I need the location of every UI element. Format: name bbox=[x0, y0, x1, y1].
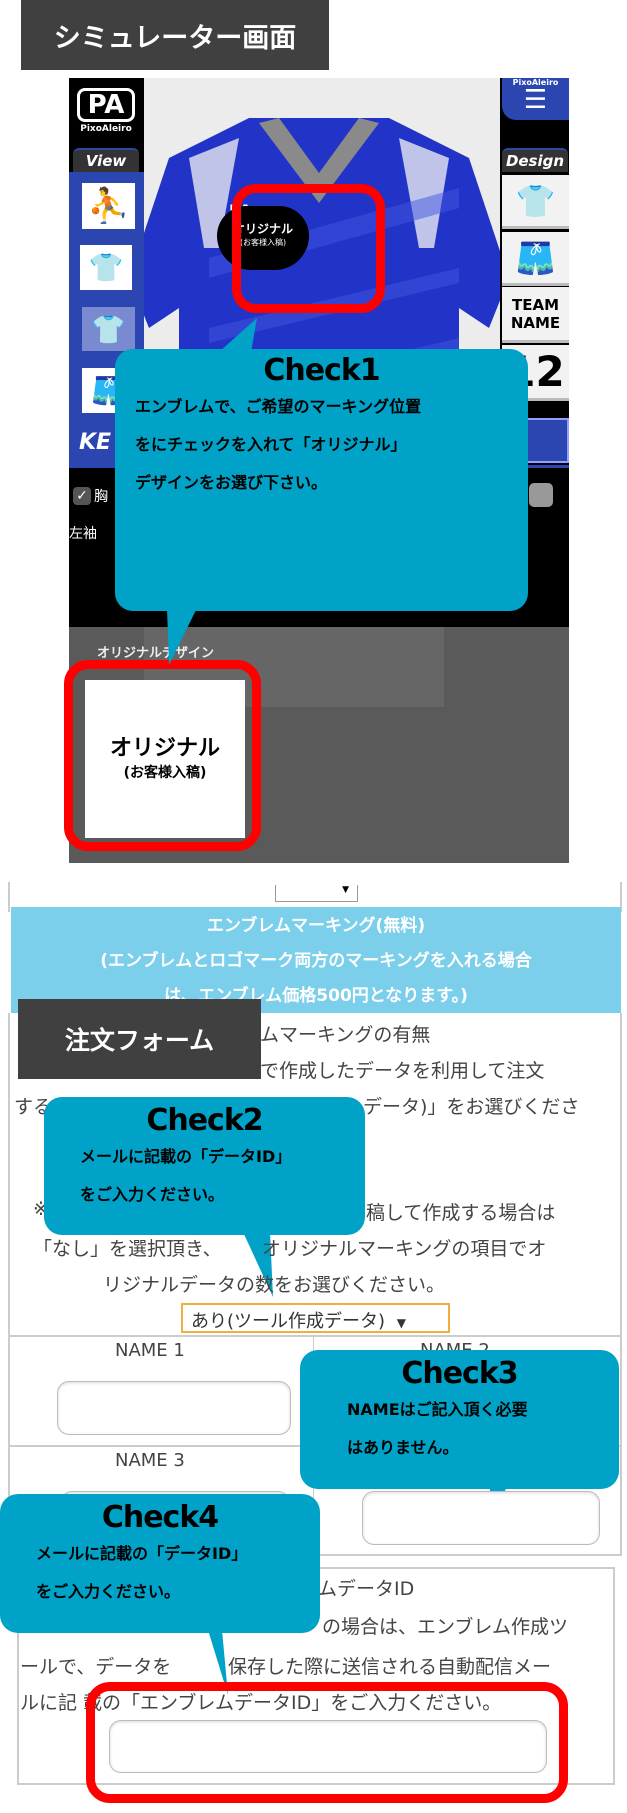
shirt-icon: 👕 bbox=[515, 181, 556, 220]
name1-input[interactable] bbox=[57, 1381, 291, 1435]
data-id-desc: の場合は、エンブレム作成ツ bbox=[322, 1616, 569, 1638]
name1-label: NAME 1 bbox=[115, 1340, 185, 1361]
tab-design[interactable]: Design bbox=[502, 148, 568, 172]
emblem-presence-title: ムマーキングの有無 bbox=[260, 1024, 431, 1046]
desc-text: リジナルデータの数をお選びください。 bbox=[103, 1274, 446, 1296]
data-id-highlight bbox=[86, 1682, 568, 1803]
hamburger-icon: ☰ bbox=[523, 85, 548, 115]
desc-text: オリジナルマーキングの項目でオ bbox=[262, 1238, 547, 1260]
card-highlight bbox=[64, 660, 261, 851]
dropdown-arrow-icon: ▼ bbox=[342, 885, 349, 895]
view-kit-button[interactable]: 👕 bbox=[80, 245, 132, 290]
desc-text: データ)」をお選びくださ bbox=[363, 1096, 580, 1118]
left-sleeve-label: 左袖 bbox=[69, 526, 97, 542]
desc-text: 「なし」を選択頂き、 bbox=[33, 1238, 222, 1260]
design-shorts-button[interactable]: 🩳 bbox=[502, 232, 569, 286]
emblem-marking-banner: エンブレムマーキング(無料) (エンブレムとロゴマーク両方のマーキングを入れる場… bbox=[11, 907, 621, 1013]
chest-checkbox[interactable]: ✓ 胸 bbox=[73, 486, 108, 506]
simulator-section-header: シミュレーター画面 bbox=[21, 0, 329, 70]
name4-input[interactable] bbox=[362, 1491, 600, 1545]
data-id-title: ムデータID bbox=[318, 1578, 415, 1600]
toggle-button[interactable] bbox=[529, 483, 553, 507]
view-shirt-button[interactable]: 👕 bbox=[82, 307, 135, 351]
tab-view[interactable]: View bbox=[73, 148, 139, 172]
original-design-label: オリジナルデザイン bbox=[97, 646, 215, 661]
data-id-desc: ールで、データを bbox=[20, 1656, 172, 1678]
desc-text: で作成したデータを利用して注文 bbox=[260, 1060, 545, 1082]
shirt-icon: 👕 bbox=[91, 312, 126, 346]
check4-callout: Check4 メールに記載の「データID」 をご入力ください。 bbox=[0, 1494, 320, 1633]
emblem-highlight bbox=[232, 184, 385, 313]
check2-callout: Check2 メールに記載の「データID」 をご入力ください。 bbox=[44, 1097, 365, 1235]
design-team-name-button[interactable]: TEAM NAME bbox=[502, 287, 569, 343]
desc-text: 稿して作成する場合は bbox=[366, 1202, 556, 1224]
kit-icon: 👕 bbox=[88, 251, 124, 284]
dropdown-arrow-icon: ▼ bbox=[396, 1316, 407, 1330]
top-select[interactable]: ▼ bbox=[275, 885, 358, 902]
emblem-select[interactable]: あり(ツール作成データ) ▼ bbox=[181, 1303, 450, 1333]
brand-logo: KE bbox=[79, 430, 112, 455]
check1-callout: Check1 エンブレムで、ご希望のマーキング位置 をにチェックを入れて「オリジ… bbox=[115, 349, 528, 611]
shorts-icon: 🩳 bbox=[515, 238, 556, 277]
player-icon: ⛹ bbox=[87, 186, 130, 226]
menu-button[interactable]: PixoAleiro ☰ bbox=[502, 78, 569, 120]
name3-label: NAME 3 bbox=[115, 1450, 185, 1471]
design-shirt-button[interactable]: 👕 bbox=[502, 175, 569, 229]
view-player-button[interactable]: ⛹ bbox=[82, 183, 135, 229]
pixoaleiro-logo: PA PixoAleiro bbox=[77, 88, 135, 134]
data-id-desc: 保存した際に送信される自動配信メー bbox=[228, 1656, 552, 1678]
checkmark-icon: ✓ bbox=[73, 487, 91, 505]
order-form-section-header: 注文フォーム bbox=[18, 999, 261, 1079]
data-id-desc: ルに記 bbox=[20, 1692, 78, 1714]
check3-callout: Check3 NAMEはご記入頂く必要 はありません。 bbox=[300, 1350, 619, 1489]
